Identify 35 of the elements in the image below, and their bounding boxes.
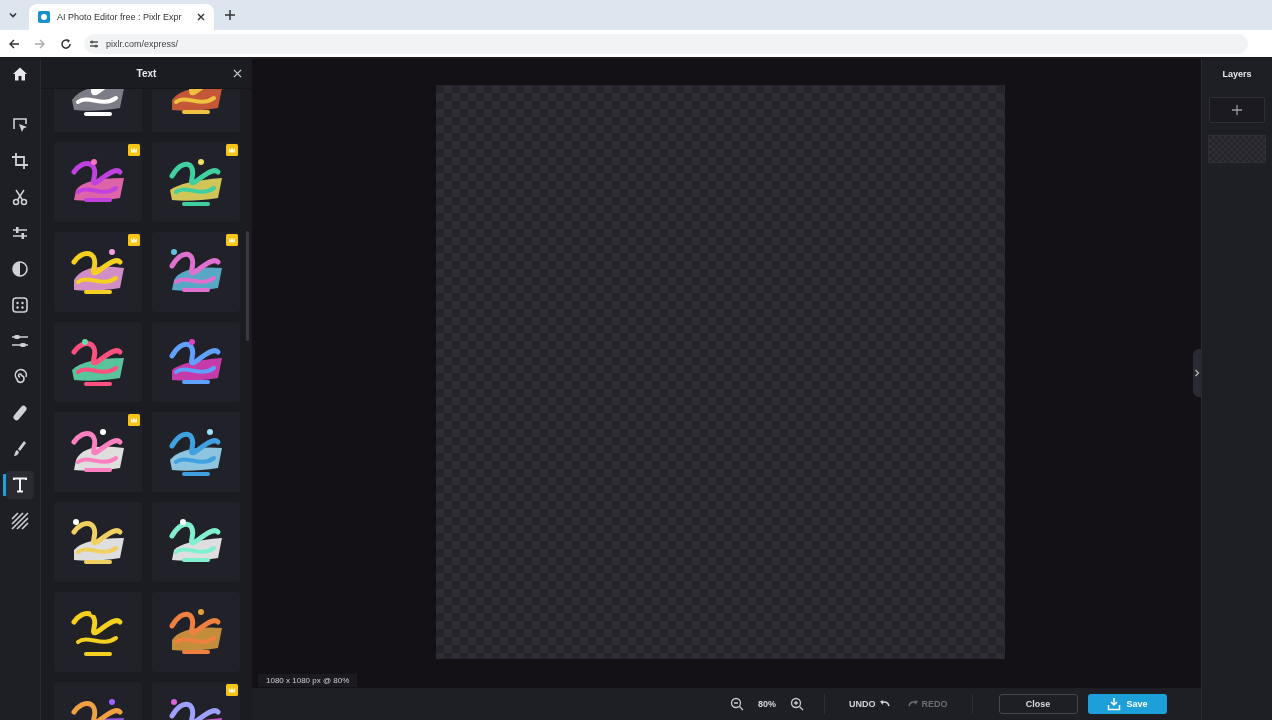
close-icon[interactable] [196,12,206,22]
text-icon [11,476,29,494]
favicon-icon [37,10,51,24]
tool-button[interactable] [6,471,34,499]
zoom-out-icon[interactable] [730,697,744,711]
zoom-level: 80% [758,699,776,709]
back-icon[interactable] [8,37,20,50]
home-icon [12,65,28,82]
brush-icon [11,440,29,458]
address-bar[interactable]: pixlr.com/express/ [84,33,1248,54]
dotted-square-icon [11,296,29,314]
layers-title: Layers [1222,69,1252,79]
browser-tab[interactable]: AI Photo Editor free : Pixlr Expr [29,4,214,30]
plus-icon [1232,105,1242,115]
undo-button[interactable]: UNDO [845,698,895,710]
panel-toggle[interactable] [1193,349,1201,397]
scissors-icon [11,188,29,206]
canvas-size-label: 1080 x 1080 px @ 80% [258,674,358,687]
close-button[interactable]: Close [998,694,1078,714]
toggles-icon [11,332,29,350]
stripes-icon [11,512,29,530]
url-text: pixlr.com/express/ [106,38,179,49]
new-tab-icon[interactable] [224,9,236,21]
reload-icon[interactable] [60,37,72,50]
chevron-right-icon [1194,369,1200,377]
contrast-icon [11,260,29,278]
panel-title: Text [136,68,157,79]
crop-icon [11,152,29,170]
sliders-icon [11,224,29,242]
add-layer-button[interactable] [1209,97,1265,123]
scrollbar[interactable] [246,231,249,341]
zoom-in-icon[interactable] [790,697,804,711]
download-icon [1106,697,1121,711]
cursor-icon [11,116,29,134]
tab-title: AI Photo Editor free : Pixlr Expr [57,12,183,22]
